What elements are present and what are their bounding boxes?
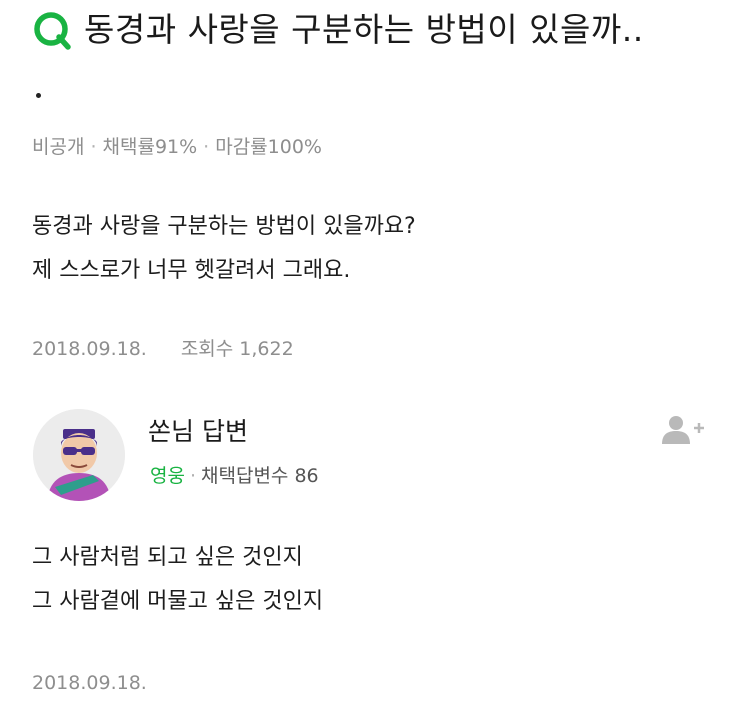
question-adoption-rate: 채택률91% — [102, 136, 198, 158]
answer-date: 2018.09.18. — [32, 672, 147, 694]
adopted-count: 86 — [294, 465, 319, 487]
question-views: 조회수 1,622 — [180, 338, 294, 360]
question-body-line: 제 스스로가 너무 헷갈려서 그래요. — [32, 258, 351, 283]
answer-body-line: 그 사람처럼 되고 싶은 것인지 — [32, 545, 303, 570]
meta-separator: · — [90, 136, 97, 158]
character-avatar-icon — [33, 409, 125, 501]
answer-body-line: 그 사람곁에 머물고 싶은 것인지 — [32, 589, 324, 614]
answer-body: 그 사람처럼 되고 싶은 것인지 그 사람곁에 머물고 싶은 것인지 — [32, 536, 323, 624]
question-body-line: 동경과 사랑을 구분하는 방법이 있을까요? — [32, 214, 416, 239]
answerer-name[interactable]: 쏜님 답변 — [148, 414, 248, 450]
question-footer: 2018.09.18. 조회수 1,622 — [32, 334, 294, 364]
question-date: 2018.09.18. — [32, 338, 147, 360]
question-header: 동경과 사랑을 구분하는 방법이 있을까.. — [30, 8, 720, 52]
answerer-avatar[interactable] — [33, 409, 125, 501]
question-visibility: 비공개 — [32, 136, 85, 158]
add-friend-icon — [662, 416, 704, 444]
answerer-level: 영웅 — [150, 465, 185, 487]
title-overflow-dot — [36, 93, 41, 98]
question-body: 동경과 사랑을 구분하는 방법이 있을까요? 제 스스로가 너무 헷갈려서 그래… — [32, 205, 416, 293]
adopted-count-label: 채택답변수 — [201, 465, 289, 487]
question-closing-rate: 마감률100% — [215, 136, 322, 158]
meta-separator: · — [203, 136, 210, 158]
meta-separator: · — [189, 465, 197, 487]
answerer-meta: 영웅 · 채택답변수 86 — [150, 461, 319, 491]
question-title: 동경과 사랑을 구분하는 방법이 있을까.. — [84, 10, 644, 49]
add-friend-button[interactable] — [660, 414, 706, 446]
question-meta: 비공개 · 채택률91% · 마감률100% — [32, 132, 322, 162]
question-q-icon — [34, 12, 71, 50]
